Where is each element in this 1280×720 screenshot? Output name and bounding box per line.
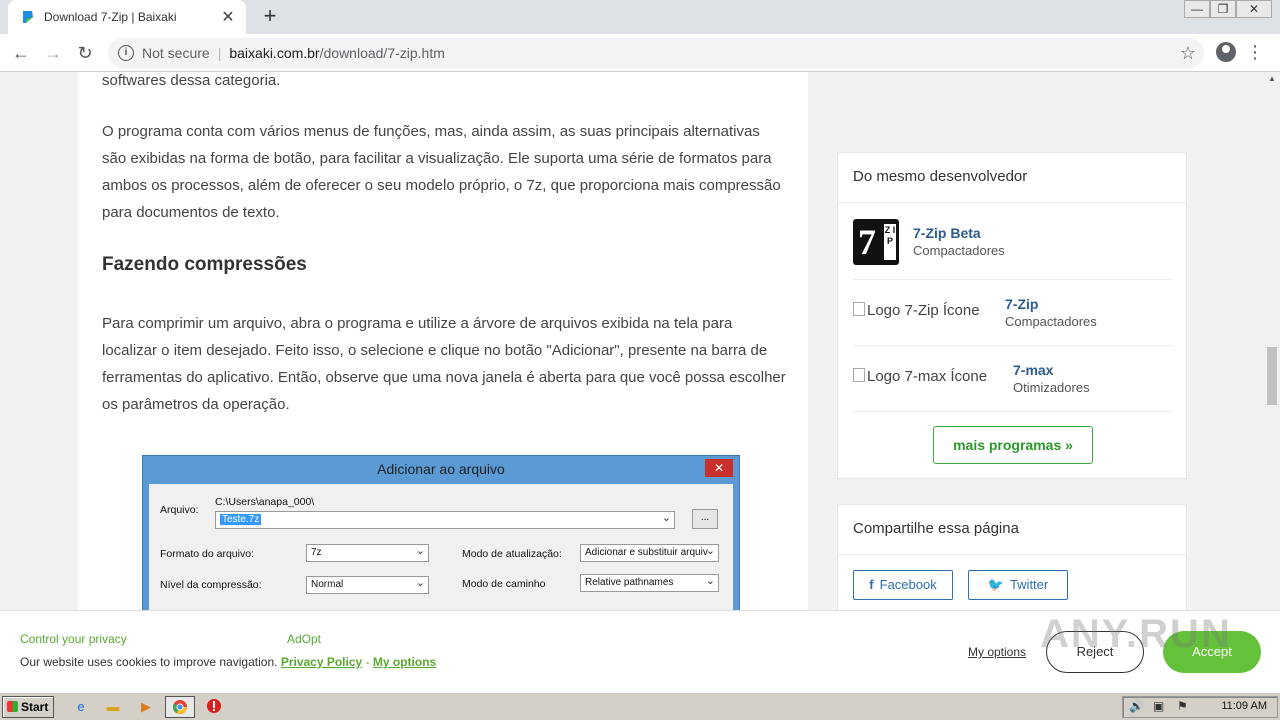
modo-caminho-label: Modo de caminho bbox=[462, 578, 546, 590]
tab-strip: Download 7-Zip | Baixaki ✕ + — ❐ ✕ bbox=[0, 0, 1280, 34]
program-name[interactable]: 7-Zip Beta bbox=[913, 225, 981, 241]
chrome-taskbar-icon[interactable] bbox=[165, 696, 195, 718]
system-tray: 🔊 ▣ ⚑ 11:09 AM bbox=[1122, 696, 1278, 718]
dialog-close-icon: ✕ bbox=[705, 459, 733, 477]
security-label[interactable]: Not secure bbox=[142, 45, 210, 61]
volume-icon[interactable]: 🔊 bbox=[1129, 699, 1144, 713]
menu-icon[interactable]: ⋮ bbox=[1246, 42, 1264, 62]
modo-caminho-combo: Relative pathnames bbox=[580, 574, 719, 592]
program-name[interactable]: 7-max bbox=[1013, 362, 1053, 378]
address-bar[interactable]: i Not secure | baixaki.com.br/download/7… bbox=[108, 38, 1204, 68]
new-tab-button[interactable]: + bbox=[258, 4, 282, 28]
window-close-button[interactable]: ✕ bbox=[1236, 0, 1272, 18]
link-separator: - bbox=[365, 655, 370, 669]
account-icon[interactable] bbox=[1216, 42, 1236, 62]
restore-button[interactable]: ❐ bbox=[1210, 0, 1236, 18]
modo-atualizacao-label: Modo de atualização: bbox=[462, 548, 562, 560]
same-developer-card: Do mesmo desenvolvedor 7 Z I P 7-Zip Bet… bbox=[837, 152, 1187, 479]
start-button[interactable]: Start bbox=[2, 696, 54, 718]
browser-toolbar: ← → ↻ i Not secure | baixaki.com.br/down… bbox=[0, 34, 1280, 72]
facebook-icon: f bbox=[869, 577, 874, 592]
media-player-icon[interactable]: ▶ bbox=[137, 698, 155, 716]
arquivo-path: C:\Users\anapa_000\ bbox=[215, 496, 315, 508]
bookmark-star-icon[interactable]: ☆ bbox=[1180, 43, 1196, 64]
baixaki-favicon-icon bbox=[20, 9, 36, 25]
privacy-policy-link[interactable]: Privacy Policy bbox=[281, 655, 362, 669]
internet-explorer-icon[interactable]: e bbox=[72, 698, 90, 716]
7zip-logo-icon: 7 Z I P bbox=[853, 219, 899, 265]
page-viewport: softwares dessa categoria. O programa co… bbox=[0, 72, 1264, 692]
scroll-up-icon[interactable]: ▲ bbox=[1264, 72, 1280, 86]
article-content: softwares dessa categoria. O programa co… bbox=[78, 72, 808, 692]
section-heading: Fazendo compressões bbox=[102, 254, 307, 275]
facebook-label: Facebook bbox=[879, 577, 937, 592]
url-host[interactable]: baixaki.com.br bbox=[229, 45, 319, 61]
program-category: Compactadores bbox=[913, 243, 1005, 258]
arquivo-label: Arquivo: bbox=[160, 504, 199, 516]
share-card: Compartilhe essa página f Facebook 🐦 Twitt… bbox=[837, 504, 1187, 624]
program-category: Otimizadores bbox=[1013, 380, 1090, 395]
tab-title: Download 7-Zip | Baixaki bbox=[44, 10, 177, 24]
my-options-link[interactable]: My options bbox=[373, 655, 436, 669]
program-item[interactable]: Logo 7-Zip Ícone 7-Zip Compactadores bbox=[853, 280, 1173, 346]
broken-logo-image: Logo 7-max Ícone bbox=[853, 368, 987, 385]
paragraph-compress: Para comprimir um arquivo, abra o progra… bbox=[102, 315, 786, 413]
more-programs-button[interactable]: mais programas » bbox=[933, 426, 1093, 464]
anyrun-watermark: ANY.RUN bbox=[1040, 612, 1232, 656]
dialog-title: Adicionar ao arquivo bbox=[377, 461, 505, 477]
modo-atualizacao-combo: Adicionar e substituir arquiv bbox=[580, 544, 719, 562]
twitter-share-button[interactable]: 🐦 Twitter bbox=[968, 570, 1068, 600]
windows-taskbar: Start e ▬ ▶ 🔊 ▣ ⚑ 11:09 AM bbox=[0, 692, 1280, 720]
nivel-combo: Normal bbox=[306, 576, 429, 594]
broken-logo-image: Logo 7-Zip Ícone bbox=[853, 302, 980, 319]
taskbar-clock: 11:09 AM bbox=[1221, 700, 1267, 712]
twitter-icon: 🐦 bbox=[987, 577, 1004, 592]
facebook-share-button[interactable]: f Facebook bbox=[853, 570, 953, 600]
flag-icon[interactable]: ⚑ bbox=[1177, 699, 1188, 713]
paragraph-menus: O programa conta com vários menus de fun… bbox=[102, 123, 781, 221]
arquivo-filename: Teste.7z bbox=[220, 514, 262, 525]
reload-icon[interactable]: ↻ bbox=[74, 42, 96, 64]
twitter-label: Twitter bbox=[1009, 577, 1049, 592]
adopt-brand[interactable]: AdOpt bbox=[287, 632, 321, 646]
page-scrollbar[interactable]: ▲ ▼ bbox=[1264, 72, 1280, 692]
stop-sign-icon[interactable] bbox=[205, 698, 223, 716]
program-category: Compactadores bbox=[1005, 314, 1097, 329]
my-options-button[interactable]: My options bbox=[968, 645, 1026, 659]
control-privacy-title: Control your privacy bbox=[20, 632, 127, 646]
program-item[interactable]: Logo 7-max Ícone 7-max Otimizadores bbox=[853, 346, 1173, 412]
folder-icon[interactable]: ▬ bbox=[104, 698, 122, 716]
minimize-button[interactable]: — bbox=[1184, 0, 1210, 18]
program-name[interactable]: 7-Zip bbox=[1005, 296, 1038, 312]
browse-button: ... bbox=[692, 509, 718, 529]
paragraph-intro-tail: softwares dessa categoria. bbox=[102, 72, 281, 89]
tab-close-icon[interactable]: ✕ bbox=[220, 7, 236, 27]
cookie-message: Our website uses cookies to improve navi… bbox=[20, 655, 278, 669]
arquivo-combo: Teste.7z bbox=[215, 511, 675, 529]
program-item[interactable]: 7 Z I P 7-Zip Beta Compactadores bbox=[853, 204, 1173, 280]
info-icon[interactable]: i bbox=[118, 45, 134, 61]
back-icon[interactable]: ← bbox=[10, 42, 32, 64]
network-icon[interactable]: ▣ bbox=[1153, 699, 1164, 713]
omnibox-divider: | bbox=[217, 45, 222, 61]
same-developer-title: Do mesmo desenvolvedor bbox=[838, 153, 1186, 203]
scrollbar-thumb[interactable] bbox=[1267, 347, 1277, 405]
formato-label: Formato do arquivo: bbox=[160, 548, 254, 560]
share-title: Compartilhe essa página bbox=[838, 505, 1186, 555]
formato-combo: 7z bbox=[306, 544, 429, 562]
forward-icon[interactable]: → bbox=[42, 42, 64, 64]
url-path[interactable]: /download/7-zip.htm bbox=[320, 45, 445, 61]
cookie-text: Our website uses cookies to improve navi… bbox=[20, 655, 436, 669]
nivel-label: Nível da compressão: bbox=[160, 579, 262, 591]
browser-tab[interactable]: Download 7-Zip | Baixaki ✕ bbox=[8, 0, 246, 34]
